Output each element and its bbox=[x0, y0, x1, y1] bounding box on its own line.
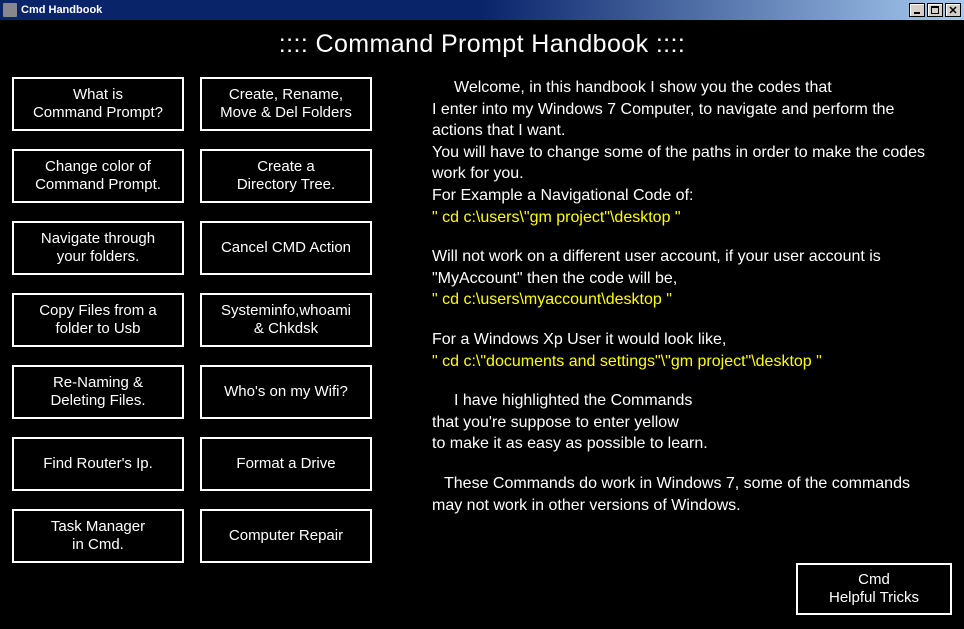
page-title: :::: Command Prompt Handbook :::: bbox=[10, 28, 954, 77]
minimize-button[interactable] bbox=[909, 3, 925, 17]
app-content: :::: Command Prompt Handbook :::: What i… bbox=[0, 20, 964, 629]
window-control-buttons bbox=[909, 3, 961, 17]
window-titlebar: Cmd Handbook bbox=[0, 0, 964, 20]
nav-create-rename-folders-button[interactable]: Create, Rename,Move & Del Folders bbox=[200, 77, 372, 131]
welcome-text-panel: Welcome, in this handbook I show you the… bbox=[432, 77, 937, 516]
nav-task-manager-button[interactable]: Task Managerin Cmd. bbox=[12, 509, 184, 563]
highlight-note-2: that you're suppose to enter yellow bbox=[432, 412, 937, 434]
nav-rename-delete-button[interactable]: Re-Naming &Deleting Files. bbox=[12, 365, 184, 419]
welcome-line-2: I enter into my Windows 7 Computer, to n… bbox=[432, 101, 894, 140]
close-button[interactable] bbox=[945, 3, 961, 17]
nav-navigate-folders-button[interactable]: Navigate throughyour folders. bbox=[12, 221, 184, 275]
nav-find-router-ip-button[interactable]: Find Router's Ip. bbox=[12, 437, 184, 491]
navigation-button-grid: What isCommand Prompt? Create, Rename,Mo… bbox=[10, 77, 372, 563]
nav-computer-repair-button[interactable]: Computer Repair bbox=[200, 509, 372, 563]
highlight-note-3: to make it as easy as possible to learn. bbox=[432, 433, 937, 455]
nav-copy-files-button[interactable]: Copy Files from afolder to Usb bbox=[12, 293, 184, 347]
xp-note: For a Windows Xp User it would look like… bbox=[432, 329, 937, 351]
example-code-1: " cd c:\users\"gm project"\desktop " bbox=[432, 207, 937, 229]
app-icon bbox=[3, 3, 17, 17]
account-note: Will not work on a different user accoun… bbox=[432, 246, 937, 289]
nav-cancel-cmd-button[interactable]: Cancel CMD Action bbox=[200, 221, 372, 275]
win7-note: These Commands do work in Windows 7, som… bbox=[432, 473, 937, 516]
nav-change-color-button[interactable]: Change color ofCommand Prompt. bbox=[12, 149, 184, 203]
maximize-button[interactable] bbox=[927, 3, 943, 17]
nav-who-wifi-button[interactable]: Who's on my Wifi? bbox=[200, 365, 372, 419]
welcome-line-1: Welcome, in this handbook I show you the… bbox=[432, 77, 937, 99]
helpful-tricks-button[interactable]: CmdHelpful Tricks bbox=[796, 563, 952, 615]
example-code-3: " cd c:\"documents and settings"\"gm pro… bbox=[432, 351, 937, 373]
highlight-note-1: I have highlighted the Commands bbox=[432, 390, 937, 412]
body-area: What isCommand Prompt? Create, Rename,Mo… bbox=[10, 77, 954, 563]
nav-format-drive-button[interactable]: Format a Drive bbox=[200, 437, 372, 491]
example-code-2: " cd c:\users\myaccount\desktop " bbox=[432, 289, 937, 311]
paths-note: You will have to change some of the path… bbox=[432, 142, 937, 185]
window-title: Cmd Handbook bbox=[21, 4, 909, 16]
nav-systeminfo-button[interactable]: Systeminfo,whoami& Chkdsk bbox=[200, 293, 372, 347]
nav-what-is-cmd-button[interactable]: What isCommand Prompt? bbox=[12, 77, 184, 131]
nav-directory-tree-button[interactable]: Create aDirectory Tree. bbox=[200, 149, 372, 203]
example-intro: For Example a Navigational Code of: bbox=[432, 185, 937, 207]
